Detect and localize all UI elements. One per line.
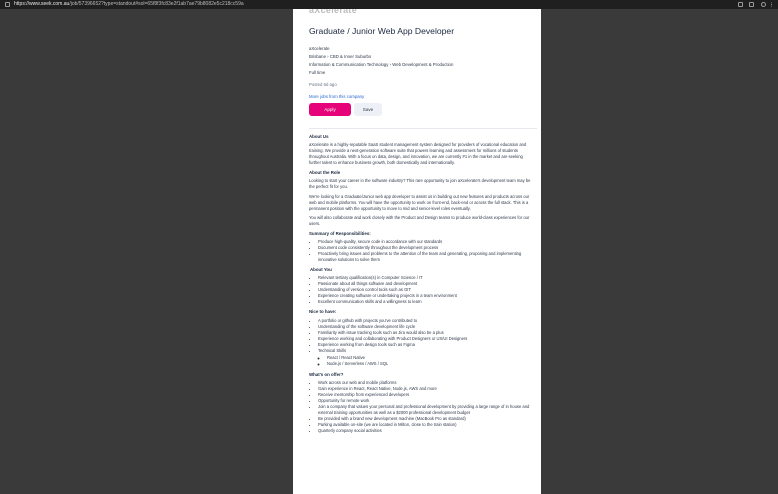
list-item: Proactively bring issues and problems to… [318,251,535,263]
about-you-list: Relevant tertiary qualification(s) in Co… [309,275,535,305]
lock-icon [5,2,10,7]
job-description: About Us aXcelerate is a highly-reputabl… [309,134,535,438]
about-us-text: aXcelerate is a highly-reputable SaaS st… [309,142,527,166]
job-title: Graduate / Junior Web App Developer [309,26,455,36]
responsibilities-heading: Summary of Responsibilities: [309,230,371,236]
about-role-heading: About the Role [309,169,341,175]
responsibilities-list: Produce high-quality, secure code in acc… [309,239,535,263]
offer-list: Work across our web and mobile platforms… [309,380,535,434]
technical-skills-label: Technical Skills [318,347,347,353]
technical-skills-list: React / React Native Node.js / Serverles… [318,355,535,367]
list-item: Excellent communication skills and a wil… [318,299,535,305]
apply-button[interactable]: Apply [309,103,351,116]
job-detail-panel: aXcelerate Graduate / Junior Web App Dev… [293,9,541,494]
company-name[interactable]: aXcelerate [309,46,330,51]
list-item: Quarterly company social activities [318,428,535,434]
bookmark-star-icon[interactable] [749,2,754,7]
profile-icon[interactable] [761,2,766,7]
nice-to-have-list: A portfolio or github with projects you'… [309,318,535,368]
list-item: Node.js / Serverless / AWS / SQL [327,361,535,367]
role-paragraph: Looking to start your career in the soft… [309,178,531,190]
job-location[interactable]: Brisbane › CBD & Inner Suburbs [309,54,371,59]
menu-kebab-icon[interactable] [771,2,773,7]
browser-address-bar[interactable]: https://www.seek.com.au/job/57396652?typ… [0,0,778,9]
url-text[interactable]: https://www.seek.com.au/job/57396652?typ… [14,0,244,9]
url-path: /job/57396652?type=standout#sol=65f8f3fc… [69,1,244,7]
posted-date: Posted 6d ago [309,82,337,87]
section-divider [309,128,537,129]
about-you-heading: About You [310,267,332,273]
job-classification[interactable]: Information & Communication Technology ›… [309,62,453,67]
save-button[interactable]: Save [354,103,382,116]
about-us-heading: About Us [309,134,329,139]
work-type: Full time [309,70,326,75]
offer-heading: What's on offer? [309,371,344,377]
share-icon[interactable] [738,2,743,7]
more-jobs-link[interactable]: More jobs from this company [309,94,364,99]
nice-to-have-heading: Nice to have: [309,309,337,315]
role-paragraph: You will also collaborate and work close… [309,215,530,227]
role-paragraph: We're looking for a Graduate/Junior web … [309,193,530,211]
list-item: Technical Skills React / React Native No… [318,348,535,368]
list-item: Join a company that values your personal… [318,404,535,416]
company-logo: aXcelerate [309,9,358,15]
url-host: https://www.seek.com.au [14,1,70,7]
